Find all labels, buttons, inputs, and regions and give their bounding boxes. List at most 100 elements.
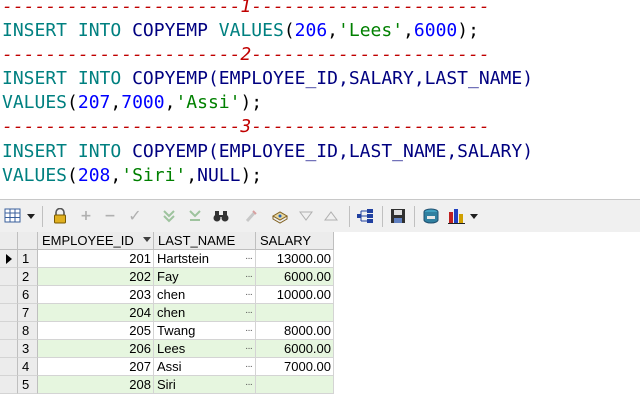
row-indicator[interactable] bbox=[0, 304, 18, 322]
filter-clear-icon[interactable] bbox=[186, 207, 204, 225]
cell-last-name[interactable]: Lees ··· bbox=[154, 340, 256, 358]
toolbar-separator bbox=[414, 206, 415, 227]
cell-employee-id[interactable]: 201 bbox=[38, 250, 154, 268]
find-icon[interactable] bbox=[212, 207, 230, 225]
table-name: COPYEMP bbox=[132, 20, 208, 41]
row-indicator[interactable] bbox=[0, 358, 18, 376]
row-number: 4 bbox=[18, 358, 38, 376]
comma: , bbox=[110, 165, 122, 186]
cell-editor-ellipsis-icon[interactable]: ··· bbox=[245, 286, 253, 303]
table-row[interactable]: 8 205 Twang ··· 8000.00 bbox=[0, 322, 334, 340]
grid-options-icon[interactable] bbox=[4, 207, 22, 225]
value-number: 208 bbox=[77, 165, 111, 186]
table-row[interactable]: 3 206 Lees ··· 6000.00 bbox=[0, 340, 334, 358]
cell-editor-ellipsis-icon[interactable]: ··· bbox=[245, 340, 253, 357]
lock-icon[interactable] bbox=[51, 207, 69, 225]
keyword-insert: INSERT bbox=[2, 20, 68, 41]
cell-text: chen bbox=[157, 305, 186, 320]
cell-salary[interactable]: 8000.00 bbox=[256, 322, 334, 340]
cell-last-name[interactable]: chen ··· bbox=[154, 304, 256, 322]
toolbar-separator bbox=[42, 206, 43, 227]
cell-employee-id[interactable]: 205 bbox=[38, 322, 154, 340]
cell-last-name[interactable]: Assi ··· bbox=[154, 358, 256, 376]
save-icon[interactable] bbox=[389, 207, 407, 225]
cell-last-name[interactable]: Fay ··· bbox=[154, 268, 256, 286]
post-edit-icon[interactable]: ✓ bbox=[126, 207, 144, 225]
table-row[interactable]: 2 202 Fay ··· 6000.00 bbox=[0, 268, 334, 286]
cell-last-name[interactable]: Siri ··· bbox=[154, 376, 256, 394]
table-row[interactable]: 6 203 chen ··· 10000.00 bbox=[0, 286, 334, 304]
cell-salary[interactable] bbox=[256, 376, 334, 394]
row-indicator[interactable] bbox=[0, 322, 18, 340]
sql-line-insert-206: INSERT INTO COPYEMP VALUES(206,'Lees',60… bbox=[2, 19, 479, 43]
row-indicator[interactable] bbox=[0, 286, 18, 304]
cell-last-name[interactable]: Hartstein ··· bbox=[154, 250, 256, 268]
cell-employee-id[interactable]: 203 bbox=[38, 286, 154, 304]
cell-salary[interactable]: 6000.00 bbox=[256, 340, 334, 358]
export-icon[interactable] bbox=[422, 207, 440, 225]
sql-line-values-208: VALUES(208,'Siri',NULL); bbox=[2, 164, 262, 188]
cell-employee-id[interactable]: 206 bbox=[38, 340, 154, 358]
cell-employee-id[interactable]: 204 bbox=[38, 304, 154, 322]
cell-employee-id[interactable]: 202 bbox=[38, 268, 154, 286]
row-number-header bbox=[18, 232, 38, 250]
toolbar-separator bbox=[349, 206, 350, 227]
comma: , bbox=[186, 165, 198, 186]
clear-icon[interactable] bbox=[242, 207, 260, 225]
value-null: NULL bbox=[197, 165, 241, 186]
cell-editor-ellipsis-icon[interactable]: ··· bbox=[245, 250, 253, 267]
cell-salary[interactable]: 13000.00 bbox=[256, 250, 334, 268]
cell-editor-ellipsis-icon[interactable]: ··· bbox=[245, 376, 253, 393]
navigate-up-icon[interactable] bbox=[322, 207, 340, 225]
cell-last-name[interactable]: chen ··· bbox=[154, 286, 256, 304]
table-row[interactable]: 5 208 Siri ··· bbox=[0, 376, 334, 394]
query-by-example-icon[interactable] bbox=[271, 207, 289, 225]
table-row[interactable]: 4 207 Assi ··· 7000.00 bbox=[0, 358, 334, 376]
cell-salary[interactable]: 10000.00 bbox=[256, 286, 334, 304]
cell-editor-ellipsis-icon[interactable]: ··· bbox=[245, 358, 253, 375]
keyword-values: VALUES bbox=[2, 165, 68, 186]
filter-down-icon[interactable] bbox=[160, 207, 178, 225]
dropdown-arrow-icon[interactable] bbox=[25, 207, 37, 225]
toolbar-separator bbox=[382, 206, 383, 227]
row-indicator[interactable] bbox=[0, 340, 18, 358]
column-header-last-name[interactable]: LAST_NAME bbox=[154, 232, 256, 250]
table-name-with-columns: COPYEMP(EMPLOYEE_ID,SALARY,LAST_NAME) bbox=[132, 68, 533, 89]
cell-editor-ellipsis-icon[interactable]: ··· bbox=[245, 268, 253, 285]
cell-text: Lees bbox=[157, 341, 186, 356]
cell-last-name[interactable]: Twang ··· bbox=[154, 322, 256, 340]
delete-record-icon[interactable]: − bbox=[101, 207, 119, 225]
row-indicator[interactable] bbox=[0, 268, 18, 286]
add-record-icon[interactable]: + bbox=[77, 207, 95, 225]
open-paren: ( bbox=[67, 165, 78, 186]
cell-editor-ellipsis-icon[interactable]: ··· bbox=[245, 304, 253, 321]
column-header-salary[interactable]: SALARY bbox=[256, 232, 334, 250]
navigate-down-icon[interactable] bbox=[297, 207, 315, 225]
column-header-employee-id[interactable]: EMPLOYEE_ID bbox=[38, 232, 154, 250]
chart-icon[interactable] bbox=[448, 207, 466, 225]
comma: , bbox=[327, 20, 339, 41]
row-indicator[interactable] bbox=[0, 376, 18, 394]
cell-salary[interactable]: 7000.00 bbox=[256, 358, 334, 376]
table-row[interactable]: 7 204 chen ··· bbox=[0, 304, 334, 322]
row-indicator[interactable] bbox=[0, 250, 18, 268]
cell-text: Assi bbox=[157, 359, 182, 374]
cell-employee-id[interactable]: 208 bbox=[38, 376, 154, 394]
cell-salary[interactable]: 6000.00 bbox=[256, 268, 334, 286]
sort-arrow-icon[interactable] bbox=[143, 237, 151, 242]
cell-text: Siri bbox=[157, 377, 176, 392]
cell-editor-ellipsis-icon[interactable]: ··· bbox=[245, 322, 253, 339]
dropdown-arrow-icon[interactable] bbox=[468, 207, 480, 225]
sql-editor[interactable]: ----------------------1-----------------… bbox=[0, 0, 640, 192]
open-paren: ( bbox=[283, 20, 295, 41]
comma: , bbox=[403, 20, 414, 41]
comma: , bbox=[164, 92, 176, 113]
value-number: 6000 bbox=[413, 20, 458, 41]
table-row[interactable]: 1 201 Hartstein ··· 13000.00 bbox=[0, 250, 334, 268]
tree-view-icon[interactable] bbox=[357, 207, 375, 225]
cell-salary[interactable] bbox=[256, 304, 334, 322]
row-number: 1 bbox=[18, 250, 38, 268]
comment-line-3: ----------------------3-----------------… bbox=[2, 116, 490, 137]
cell-employee-id[interactable]: 207 bbox=[38, 358, 154, 376]
table-name: COPYEMP bbox=[132, 141, 208, 162]
